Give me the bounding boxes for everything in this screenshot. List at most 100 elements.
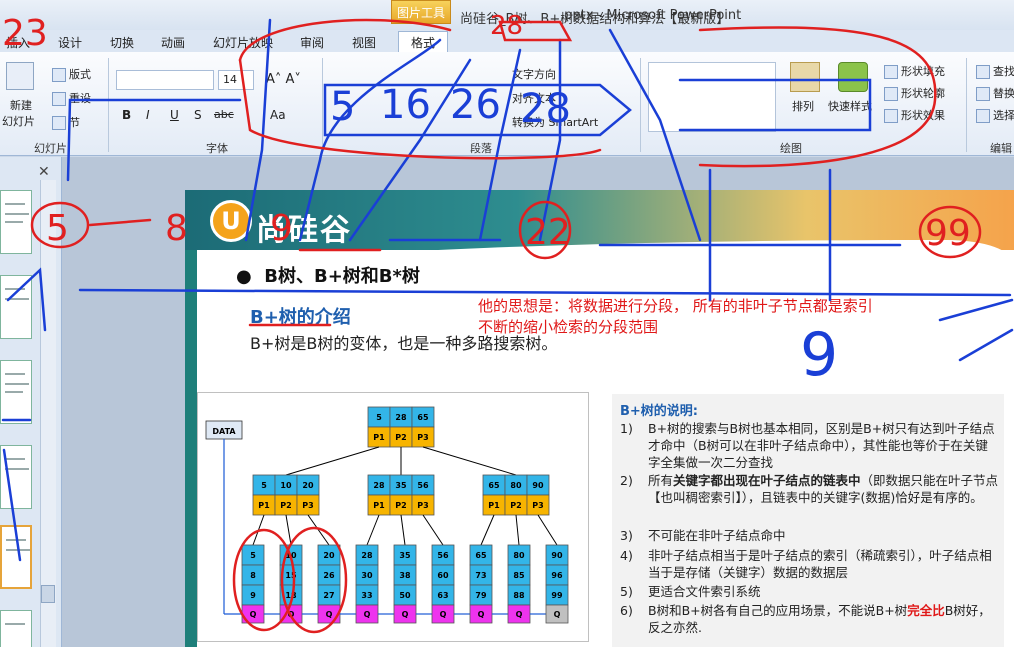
arrange-button[interactable]: 排列 — [792, 98, 814, 114]
paragraph-group-label: 段落 — [470, 142, 492, 155]
tree-edge — [285, 514, 292, 546]
data-label: DATA — [212, 427, 236, 436]
find-label: 查找 — [993, 65, 1014, 78]
close-icon[interactable]: ✕ — [38, 164, 50, 180]
group-divider — [966, 58, 967, 152]
replace-label: 替换 — [993, 87, 1014, 100]
internal-node-key: 35 — [395, 481, 407, 490]
explanation-item: 5) 更适合文件索引系统 — [620, 583, 1000, 600]
align-text-button[interactable]: 对齐文本 — [512, 90, 556, 106]
tab-animations[interactable]: 动画 — [161, 34, 185, 51]
smartart-button[interactable]: 转换为 SmartArt — [512, 114, 598, 130]
underline-button[interactable]: U — [170, 108, 179, 122]
shadow-button[interactable]: S — [194, 108, 202, 122]
strikethrough-button[interactable]: abc — [214, 108, 234, 121]
select-button[interactable]: 选择 — [976, 107, 1014, 123]
explanation-item: 4) 非叶子结点相当于是叶子结点的索引（稀疏索引），叶子结点相当于是存储（关键字… — [620, 547, 1000, 581]
drawing-group-label: 绘图 — [780, 142, 802, 155]
reset-label: 重设 — [69, 92, 91, 105]
leaf-key: 20 — [323, 551, 335, 560]
item-number: 3) — [620, 528, 633, 543]
font-group-label: 字体 — [206, 142, 228, 155]
tab-format[interactable]: 格式 — [398, 31, 449, 53]
thumbnail-scrollbar[interactable] — [40, 180, 56, 647]
internal-node-key: 28 — [373, 481, 385, 490]
item-number: 1) — [620, 421, 633, 436]
new-slide-button[interactable]: 新建 — [10, 97, 32, 113]
reset-icon — [52, 92, 66, 106]
leaf-tail: Q — [326, 610, 333, 619]
shape-effects-button[interactable]: 形状效果 — [884, 107, 945, 123]
leaf-tail: Q — [440, 610, 447, 619]
scrollbar-thumb[interactable] — [41, 585, 55, 603]
replace-button[interactable]: 替换 — [976, 85, 1014, 101]
section-button[interactable]: 节 — [52, 114, 80, 130]
bold-button[interactable]: B — [122, 108, 131, 122]
internal-node-ptr: P1 — [488, 501, 500, 510]
explanation-item: 3) 不可能在非叶子结点命中 — [620, 527, 1000, 544]
leaf-key: 10 — [285, 551, 297, 560]
slide-thumbnail[interactable] — [0, 190, 32, 254]
bullet-dot: ● — [236, 266, 265, 287]
ribbon-tabs — [0, 30, 1014, 52]
italic-button[interactable]: I — [146, 108, 150, 122]
leaf-key: 9 — [250, 591, 256, 600]
quick-styles-button[interactable]: 快速样式 — [828, 98, 872, 114]
slide-thumbnail-selected[interactable] — [0, 525, 32, 589]
bplus-tree-diagram[interactable]: DATA 5 28 65 P1 P2 P3 5 10 20 P1 P2 P3 28 35 56 P1 P2 P3 65… — [197, 392, 589, 642]
red-note[interactable]: 他的思想是：将数据进行分段， 所有的非叶子节点都是索引 不断的缩小检索的分段范围 — [478, 296, 873, 338]
slide-thumbnail[interactable] — [0, 360, 32, 424]
picture-tools-label: 图片工具 — [391, 0, 451, 24]
explanation-item: 1) B+树的搜索与B树也基本相同，区别是B+树只有达到叶子结点才命中（B树可以… — [620, 420, 1000, 471]
item-number: 5) — [620, 584, 633, 599]
search-icon — [976, 65, 990, 79]
tree-edge — [422, 446, 517, 476]
change-case-button[interactable]: Aa — [270, 108, 286, 122]
item-text: B+树的搜索与B树也基本相同，区别是B+树只有达到叶子结点才命中（B树可以在非叶… — [648, 421, 995, 470]
shape-fill-button[interactable]: 形状填充 — [884, 63, 945, 79]
internal-node-ptr: P1 — [373, 501, 385, 510]
slide-thumbnail[interactable] — [0, 610, 32, 647]
quick-styles-icon[interactable] — [838, 62, 868, 92]
internal-node-ptr: P2 — [510, 501, 521, 510]
slide-thumbnail[interactable] — [0, 445, 32, 509]
grow-font-button[interactable]: A˄ A˅ — [266, 72, 301, 87]
tab-slideshow[interactable]: 幻灯片放映 — [213, 34, 273, 51]
leaf-key: 85 — [513, 571, 525, 580]
reset-button[interactable]: 重设 — [52, 90, 91, 106]
new-slide-dropdown[interactable]: 幻灯片 — [2, 113, 35, 129]
find-button[interactable]: 查找 — [976, 63, 1014, 79]
intro-heading[interactable]: B+树的介绍 — [250, 303, 351, 329]
leaf-key: 99 — [551, 591, 563, 600]
layout-button[interactable]: 版式 — [52, 66, 91, 82]
tree-edge — [400, 514, 406, 546]
effects-icon — [884, 109, 898, 123]
tab-transitions[interactable]: 切换 — [110, 34, 134, 51]
tab-insert[interactable]: 插入 — [6, 34, 30, 51]
section-label: 节 — [69, 116, 80, 129]
tab-review[interactable]: 审阅 — [300, 34, 324, 51]
item-number: 4) — [620, 548, 633, 563]
new-slide-icon[interactable] — [6, 62, 34, 90]
internal-node-key: 65 — [488, 481, 500, 490]
leaf-key: 79 — [475, 591, 487, 600]
tab-design[interactable]: 设计 — [58, 34, 82, 51]
root-node-key: 65 — [417, 413, 429, 422]
text-direction-button[interactable]: 文字方向 — [512, 66, 556, 82]
tree-edge — [480, 514, 495, 546]
shape-outline-button[interactable]: 形状轮廓 — [884, 85, 945, 101]
tab-view[interactable]: 视图 — [352, 34, 376, 51]
slide-thumbnail[interactable] — [0, 275, 32, 339]
font-size-input[interactable]: 14 — [218, 70, 254, 90]
internal-node-key: 5 — [261, 481, 267, 490]
shape-gallery[interactable] — [648, 62, 776, 132]
arrange-icon[interactable] — [790, 62, 820, 92]
leaf-tail: Q — [516, 610, 523, 619]
slide-bullet-title[interactable]: ● B树、B+树和B*树 — [236, 262, 420, 288]
paint-bucket-icon — [884, 65, 898, 79]
group-divider — [108, 58, 109, 152]
tree-edge — [422, 514, 444, 546]
font-name-input[interactable] — [116, 70, 214, 90]
leaf-key: 65 — [475, 551, 487, 560]
explanation-heading: B+树的说明: — [620, 404, 699, 419]
